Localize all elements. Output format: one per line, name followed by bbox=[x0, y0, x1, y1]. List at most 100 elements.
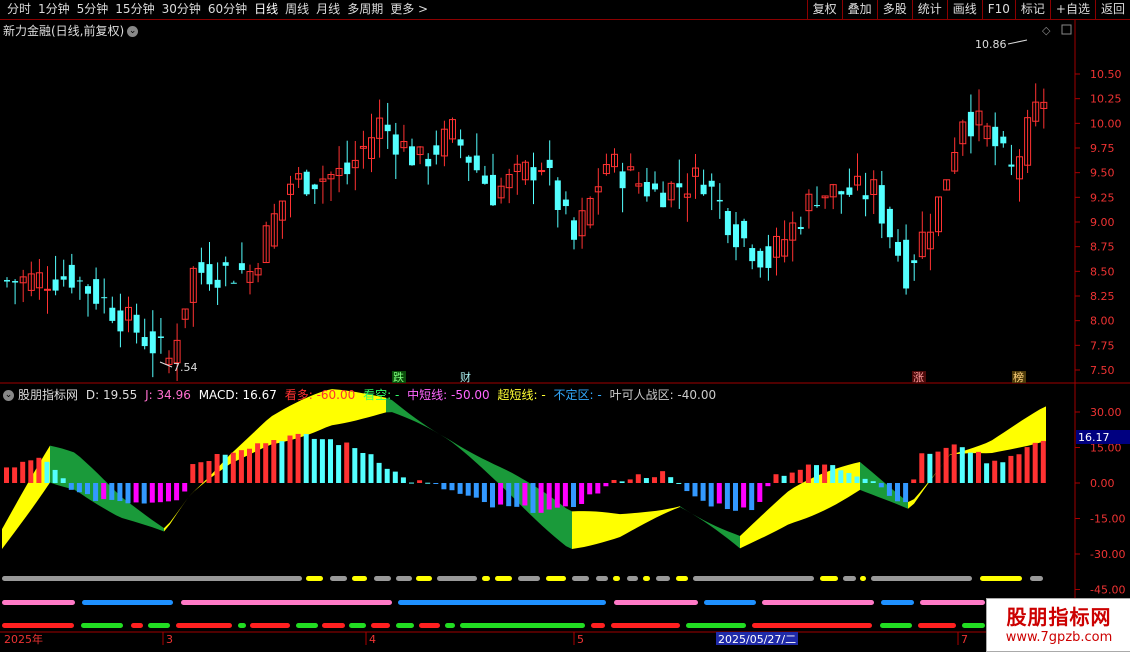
price-axis: 10.50 10.25 10.00 9.75 9.50 9.25 9.00 8.75 8.50 8… bbox=[1075, 68, 1122, 377]
macd-bar bbox=[490, 483, 495, 508]
band-segment bbox=[746, 524, 752, 546]
signal-segment bbox=[437, 576, 477, 581]
signal-segment bbox=[238, 623, 246, 628]
stock-chart[interactable]: ◇ 10.50 10.25 10.00 9.75 9.50 9.25 9.00 8.75 8.5… bbox=[0, 0, 1130, 650]
band-segment bbox=[638, 512, 644, 528]
window-toggle-icon[interactable] bbox=[1061, 24, 1072, 35]
cursor-date: 2025/05/27/二 bbox=[718, 633, 796, 646]
macd-bar bbox=[976, 451, 981, 483]
signal-segment bbox=[482, 576, 490, 581]
candle-body bbox=[643, 181, 650, 197]
macd-bar bbox=[214, 454, 220, 483]
event-label[interactable]: 榜 bbox=[1013, 370, 1024, 384]
signal-segment bbox=[306, 576, 323, 581]
band-segment bbox=[680, 506, 686, 511]
candle-body bbox=[344, 162, 351, 175]
band-segment bbox=[14, 496, 20, 534]
signal-segment bbox=[296, 623, 318, 628]
macd-bar bbox=[85, 483, 90, 495]
candle-body bbox=[206, 264, 213, 285]
time-axis: 2025年 3 4 5 2025/05/27/二 7 bbox=[4, 632, 968, 646]
candle-body bbox=[716, 199, 723, 202]
band-segment bbox=[674, 506, 680, 510]
band-segment bbox=[686, 510, 692, 514]
indicator-band bbox=[2, 389, 1046, 549]
band-segment bbox=[620, 513, 626, 538]
macd-bar bbox=[20, 461, 26, 483]
macd-bar bbox=[886, 483, 892, 496]
macd-bar bbox=[862, 478, 868, 483]
band-segment bbox=[1016, 420, 1022, 449]
band-segment bbox=[644, 511, 650, 524]
candle-body bbox=[749, 248, 756, 262]
macd-bar bbox=[546, 483, 552, 510]
macd-bar bbox=[352, 448, 358, 483]
macd-bar bbox=[360, 452, 366, 483]
macd-bar bbox=[870, 481, 876, 483]
macd-bar bbox=[708, 483, 714, 507]
price-tick: 10.25 bbox=[1090, 93, 1122, 106]
macd-bar bbox=[692, 483, 698, 497]
band-segment bbox=[434, 430, 440, 435]
band-segment bbox=[470, 452, 476, 463]
current-value: 16.17 bbox=[1078, 431, 1110, 444]
candle-body bbox=[4, 280, 10, 282]
signal-segment bbox=[920, 600, 985, 605]
mid-value: 中短线: -50.00 bbox=[407, 388, 490, 402]
time-label: 5 bbox=[577, 633, 584, 646]
candle-body bbox=[562, 199, 569, 207]
macd-bar bbox=[117, 483, 123, 502]
macd-bar bbox=[554, 483, 560, 508]
event-label[interactable]: 财 bbox=[460, 370, 471, 384]
macd-bar bbox=[757, 483, 763, 502]
macd-bar bbox=[4, 467, 9, 483]
band-segment bbox=[722, 528, 728, 539]
macd-bar bbox=[263, 443, 269, 483]
candle-body bbox=[724, 211, 731, 236]
macd-bar bbox=[295, 433, 301, 483]
band-segment bbox=[860, 461, 866, 493]
diamond-icon[interactable]: ◇ bbox=[1042, 24, 1051, 37]
event-label[interactable]: 跌 bbox=[393, 370, 404, 384]
candle-body bbox=[878, 185, 885, 224]
event-label[interactable]: 涨 bbox=[913, 371, 924, 384]
candle-body bbox=[862, 195, 869, 200]
macd-bar bbox=[449, 483, 455, 491]
macd-bar bbox=[830, 465, 836, 483]
signal-segment bbox=[643, 576, 650, 581]
signal-segment bbox=[460, 623, 585, 628]
macd-bar bbox=[76, 483, 82, 493]
time-label: 2025年 bbox=[4, 632, 43, 646]
candle-body bbox=[700, 184, 707, 195]
macd-bar bbox=[166, 483, 171, 502]
time-label: 4 bbox=[369, 633, 376, 646]
band-segment bbox=[140, 511, 146, 526]
candle-body bbox=[814, 205, 820, 207]
candle-body bbox=[133, 314, 140, 333]
candle-body bbox=[392, 134, 399, 155]
chevron-down-icon[interactable]: ⌄ bbox=[3, 390, 14, 401]
macd-bar bbox=[279, 441, 285, 483]
band-segment bbox=[728, 531, 734, 544]
signal-segment bbox=[871, 576, 972, 581]
indicator-name[interactable]: 股朋指标网 bbox=[18, 388, 78, 402]
macd-bar bbox=[344, 442, 350, 483]
band-segment bbox=[410, 414, 416, 422]
signal-segment bbox=[752, 623, 872, 628]
signal-segment bbox=[371, 623, 390, 628]
macd-bar bbox=[319, 439, 325, 483]
macd-bar bbox=[198, 462, 204, 483]
candle-body bbox=[741, 220, 748, 239]
macd-bar bbox=[182, 483, 188, 492]
candle-body bbox=[457, 139, 464, 146]
indicator-tick: 30.00 bbox=[1090, 406, 1122, 419]
macd-bar bbox=[733, 483, 738, 511]
macd-bar bbox=[854, 476, 860, 483]
macd-bar bbox=[603, 483, 609, 487]
macd-bar bbox=[943, 447, 949, 483]
macd-bar bbox=[668, 477, 674, 483]
macd-bar bbox=[109, 483, 115, 500]
band-segment bbox=[278, 409, 284, 444]
band-segment bbox=[800, 481, 806, 521]
band-segment bbox=[698, 517, 704, 522]
